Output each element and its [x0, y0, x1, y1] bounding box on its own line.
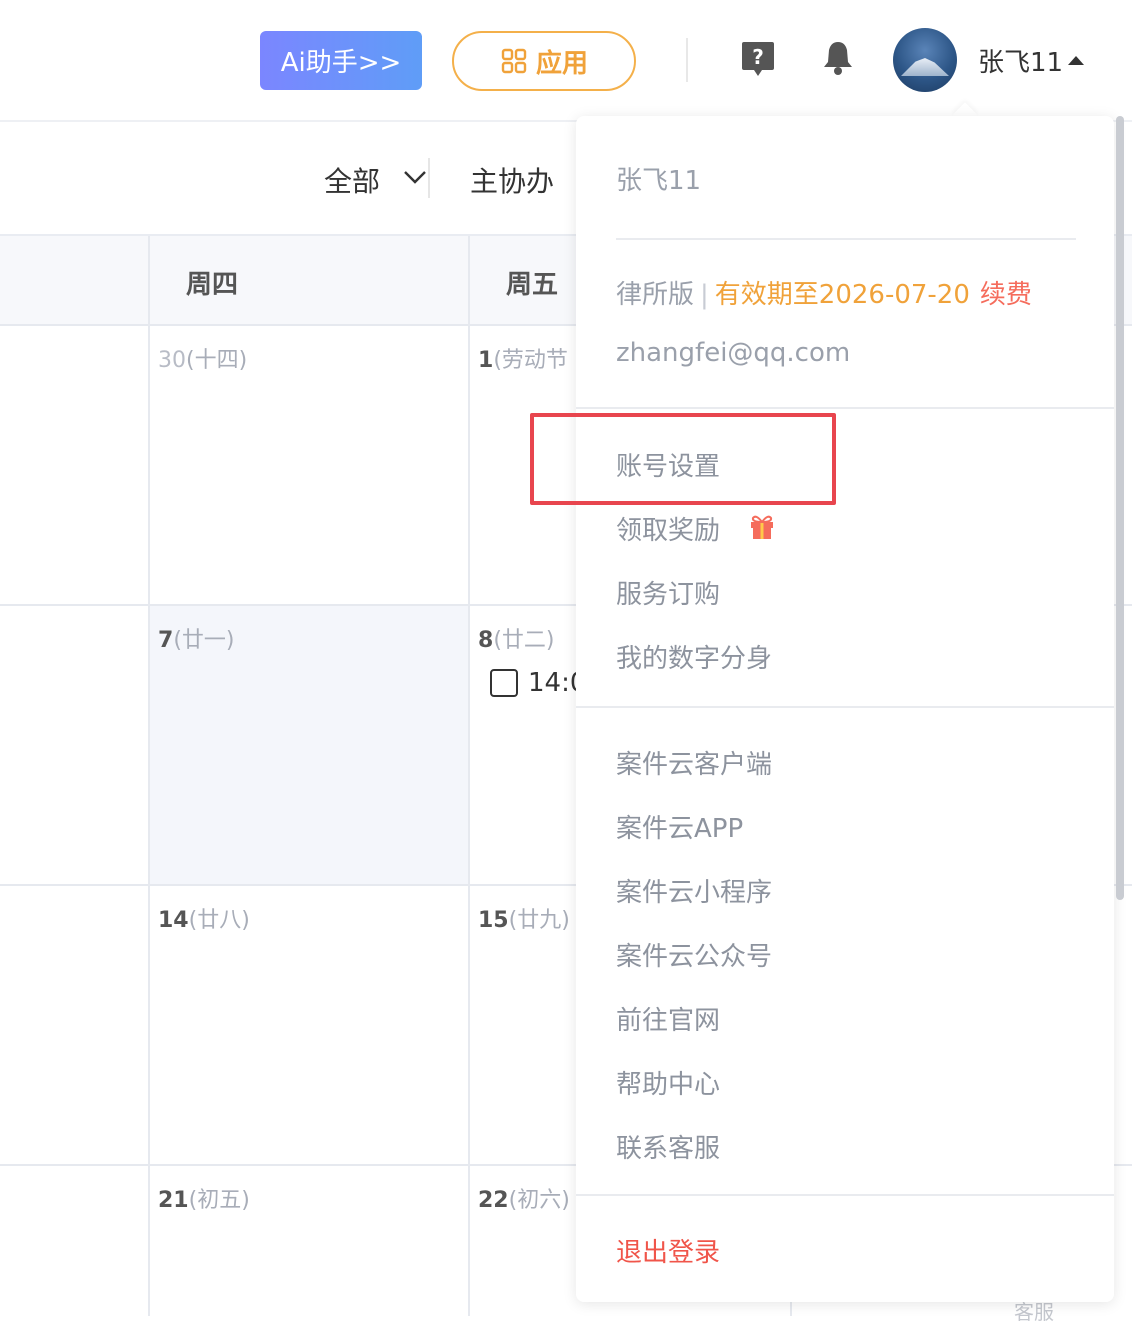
menu-divider: [616, 238, 1076, 240]
menu-item-digital-avatar[interactable]: 我的数字分身: [616, 638, 772, 675]
bell-icon[interactable]: [821, 40, 855, 76]
plan-separator: |: [700, 280, 709, 310]
ai-assistant-button[interactable]: Ai助手>>: [260, 31, 422, 90]
help-icon[interactable]: ?: [741, 40, 775, 78]
menu-item-service-purchase[interactable]: 服务订购: [616, 574, 720, 611]
menu-email: zhangfei@qq.com: [616, 338, 851, 368]
menu-item-official-account[interactable]: 案件云公众号: [616, 936, 772, 973]
user-name[interactable]: 张飞11: [978, 42, 1063, 79]
calendar-day[interactable]: 15(廿九): [478, 902, 570, 934]
logout-button[interactable]: 退出登录: [616, 1232, 720, 1269]
menu-item-mini-program[interactable]: 案件云小程序: [616, 872, 772, 909]
menu-divider: [576, 1194, 1114, 1196]
renew-link[interactable]: 续费: [970, 280, 1032, 310]
grid-column-line: [468, 236, 470, 1316]
header-divider: [686, 38, 688, 82]
chevron-down-icon[interactable]: [403, 168, 427, 186]
menu-user-name: 张飞11: [616, 166, 702, 196]
filter-all-dropdown[interactable]: 全部: [324, 160, 380, 200]
menu-item-help-center[interactable]: 帮助中心: [616, 1064, 720, 1101]
calendar-day[interactable]: 8(廿二): [478, 622, 554, 654]
calendar-day[interactable]: 1(劳动节: [478, 342, 568, 374]
menu-item-mobile-app[interactable]: 案件云APP: [616, 808, 743, 845]
menu-plan-info: 律所版 | 有效期至2026-07-20 续费: [616, 274, 1032, 311]
gift-icon: [751, 515, 773, 539]
menu-item-official-website[interactable]: 前往官网: [616, 1000, 720, 1037]
menu-divider: [576, 407, 1114, 409]
calendar-event[interactable]: 14:0: [490, 668, 586, 698]
calendar-day[interactable]: 22(初六): [478, 1182, 570, 1214]
toolbar-divider: [428, 158, 430, 198]
plan-expiry: 有效期至2026-07-20: [714, 280, 970, 310]
calendar-day[interactable]: 30(十四): [158, 342, 247, 374]
weekday-fri: 周五: [506, 270, 559, 300]
menu-item-claim-reward[interactable]: 领取奖励: [616, 510, 720, 547]
apps-button-label: 应用: [535, 48, 588, 79]
menu-item-desktop-client[interactable]: 案件云客户端: [616, 744, 772, 781]
calendar-day[interactable]: 7(廿一): [158, 622, 234, 654]
weekday-thu: 周四: [186, 270, 239, 300]
menu-divider: [576, 706, 1114, 708]
calendar-day[interactable]: 14(廿八): [158, 902, 250, 934]
menu-item-contact-support[interactable]: 联系客服: [616, 1128, 720, 1165]
plan-name: 律所版: [616, 280, 695, 310]
avatar-mountain: [901, 58, 949, 76]
apps-button[interactable]: 应用: [452, 31, 636, 91]
grid-icon: [501, 48, 527, 74]
caret-up-icon[interactable]: [1068, 56, 1084, 65]
menu-scrollbar[interactable]: [1116, 116, 1124, 900]
calendar-day[interactable]: 21(初五): [158, 1182, 250, 1214]
highlight-box: [530, 413, 836, 505]
filter-main-co[interactable]: 主协办: [470, 160, 554, 200]
event-checkbox[interactable]: [490, 669, 518, 697]
user-avatar[interactable]: [893, 28, 957, 92]
svg-text:?: ?: [752, 45, 764, 69]
